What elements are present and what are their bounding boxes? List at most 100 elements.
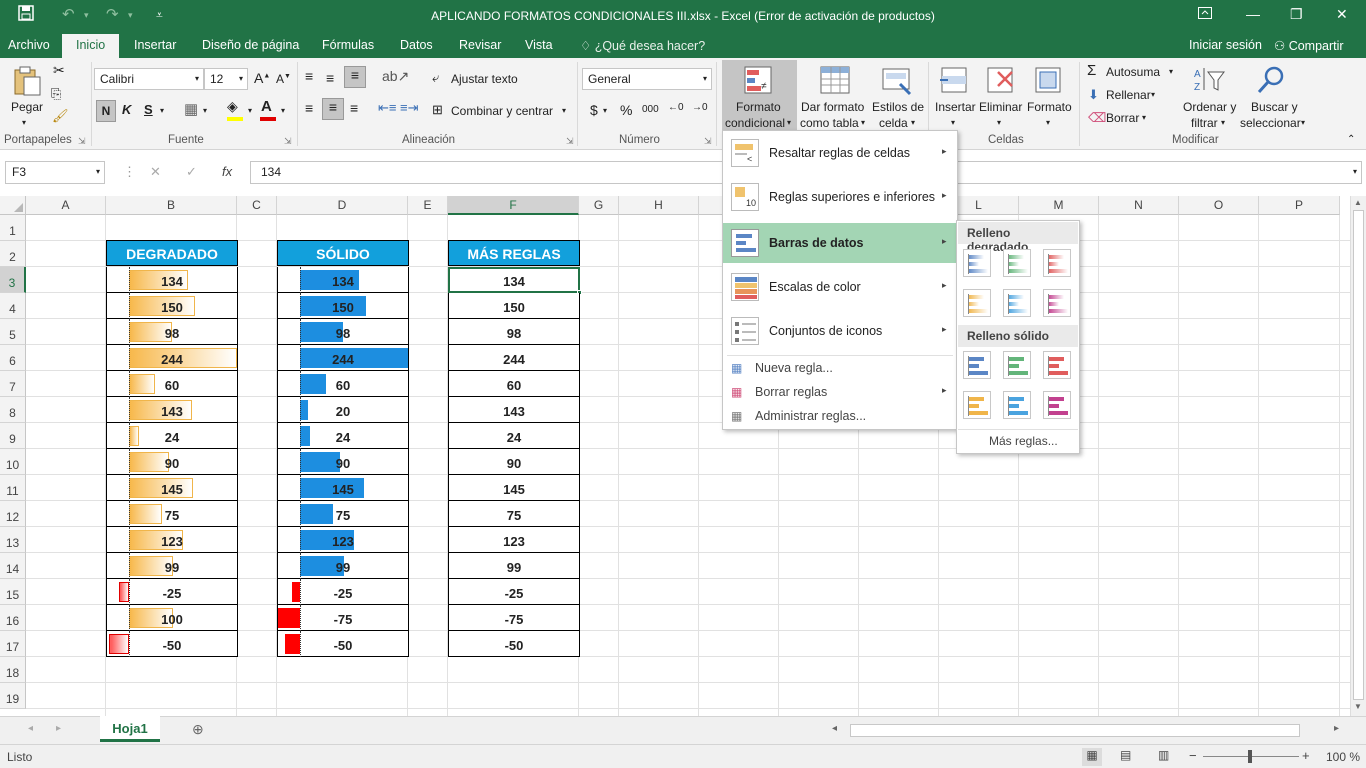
- row-header-8[interactable]: 8: [0, 397, 26, 423]
- tab-datos[interactable]: Datos: [400, 38, 433, 52]
- fill-button[interactable]: Rellenar: [1106, 88, 1151, 102]
- format-as-table-icon[interactable]: [818, 64, 852, 98]
- solido-cell[interactable]: 60: [277, 371, 409, 397]
- font-launcher-icon[interactable]: ⇲: [284, 136, 292, 147]
- underline-dropdown-icon[interactable]: ▾: [160, 106, 164, 115]
- row-header-12[interactable]: 12: [0, 501, 26, 527]
- name-box[interactable]: F3 ▾: [5, 161, 105, 184]
- degradado-cell[interactable]: 60: [106, 371, 238, 397]
- autosum-icon[interactable]: Σ: [1087, 62, 1096, 79]
- mas-reglas-cell[interactable]: 123: [448, 527, 580, 553]
- tell-me-box[interactable]: ♢ ¿Qué desea hacer?: [580, 38, 705, 53]
- row-header-18[interactable]: 18: [0, 657, 26, 683]
- format-as-table-label-1[interactable]: Dar formato: [801, 100, 864, 114]
- bold-button[interactable]: N: [96, 100, 116, 122]
- degradado-cell[interactable]: 244: [106, 345, 238, 371]
- column-header-g[interactable]: G: [579, 196, 619, 215]
- menu-icon-sets[interactable]: Conjuntos de iconos ▸: [723, 311, 957, 351]
- mas-reglas-cell[interactable]: 145: [448, 475, 580, 501]
- cut-icon[interactable]: ✂: [53, 62, 65, 79]
- menu-color-scales[interactable]: Escalas de color ▸: [723, 267, 957, 307]
- row-header-6[interactable]: 6: [0, 345, 26, 371]
- degradado-cell[interactable]: 134: [106, 267, 238, 293]
- close-icon[interactable]: ✕: [1336, 6, 1348, 23]
- increase-decimal-icon[interactable]: ←0: [668, 102, 684, 113]
- font-color-dropdown-icon[interactable]: ▾: [281, 106, 285, 115]
- gradient-orange-databar-button[interactable]: [963, 289, 991, 317]
- merge-center-icon[interactable]: ⊞: [432, 102, 443, 118]
- mas-reglas-cell[interactable]: 24: [448, 423, 580, 449]
- menu-highlight-rules[interactable]: < Resaltar reglas de celdas ▸: [723, 133, 957, 173]
- degradado-cell[interactable]: 145: [106, 475, 238, 501]
- copy-icon[interactable]: ⎘: [51, 86, 61, 102]
- solido-cell[interactable]: 150: [277, 293, 409, 319]
- paste-dropdown-icon[interactable]: ▾: [22, 118, 26, 127]
- row-header-17[interactable]: 17: [0, 631, 26, 657]
- solido-cell[interactable]: 244: [277, 345, 409, 371]
- column-header-m[interactable]: M: [1019, 196, 1099, 215]
- chevron-down-icon[interactable]: ▾: [911, 118, 915, 127]
- orientation-icon[interactable]: ab↗: [382, 68, 409, 85]
- solido-cell[interactable]: -50: [277, 631, 409, 657]
- solido-cell[interactable]: 20: [277, 397, 409, 423]
- chevron-down-icon[interactable]: ▾: [1046, 118, 1050, 127]
- mas-reglas-cell[interactable]: -25: [448, 579, 580, 605]
- solido-cell[interactable]: 90: [277, 449, 409, 475]
- solido-cell[interactable]: 134: [277, 267, 409, 293]
- font-size-select[interactable]: 12 ▾: [204, 68, 248, 90]
- degradado-cell[interactable]: -50: [106, 631, 238, 657]
- row-header-1[interactable]: 1: [0, 215, 26, 241]
- align-left-icon[interactable]: ≡: [305, 100, 313, 116]
- scroll-down-icon[interactable]: ▼: [1354, 702, 1362, 711]
- wrap-text-icon[interactable]: ⤶: [432, 70, 439, 86]
- mas-reglas-cell[interactable]: 60: [448, 371, 580, 397]
- mas-reglas-cell[interactable]: 143: [448, 397, 580, 423]
- decrease-decimal-icon[interactable]: →0: [692, 102, 708, 113]
- mas-reglas-cell[interactable]: 75: [448, 501, 580, 527]
- enter-icon[interactable]: ✓: [186, 164, 197, 180]
- row-header-10[interactable]: 10: [0, 449, 26, 475]
- alignment-launcher-icon[interactable]: ⇲: [566, 136, 574, 147]
- fill-dropdown-icon[interactable]: ▾: [248, 106, 252, 115]
- align-top-icon[interactable]: ≡: [305, 68, 313, 84]
- solido-cell[interactable]: 123: [277, 527, 409, 553]
- next-sheet-icon[interactable]: ▸: [56, 723, 61, 734]
- gradient-green-databar-button[interactable]: [1003, 249, 1031, 277]
- chevron-down-icon[interactable]: ▾: [997, 118, 1001, 127]
- prev-sheet-icon[interactable]: ◂: [28, 723, 33, 734]
- column-header-e[interactable]: E: [408, 196, 448, 215]
- degradado-cell[interactable]: 150: [106, 293, 238, 319]
- hscroll-right-icon[interactable]: ▸: [1334, 723, 1339, 734]
- more-rules-link[interactable]: Más reglas...: [989, 434, 1058, 448]
- gradient-blue-databar-button[interactable]: [963, 249, 991, 277]
- degradado-cell[interactable]: 100: [106, 605, 238, 631]
- column-header-n[interactable]: N: [1099, 196, 1179, 215]
- row-header-11[interactable]: 11: [0, 475, 26, 501]
- zoom-slider-thumb[interactable]: [1248, 750, 1252, 763]
- solido-cell[interactable]: -25: [277, 579, 409, 605]
- column-header-o[interactable]: O: [1179, 196, 1259, 215]
- find-select-label-2[interactable]: seleccionar: [1240, 116, 1301, 130]
- page-layout-icon[interactable]: ▤: [1120, 748, 1131, 762]
- degradado-cell[interactable]: 143: [106, 397, 238, 423]
- ribbon-display-icon[interactable]: [1198, 6, 1212, 22]
- solid-orange-databar-button[interactable]: [963, 391, 991, 419]
- grow-font-icon[interactable]: A▲: [254, 70, 270, 86]
- minimize-icon[interactable]: —: [1246, 6, 1260, 22]
- chevron-down-icon[interactable]: ▾: [951, 118, 955, 127]
- cell-styles-icon[interactable]: [880, 64, 914, 98]
- sort-filter-label-2[interactable]: filtrar: [1191, 116, 1218, 130]
- page-break-icon[interactable]: ▥: [1158, 748, 1169, 762]
- delete-cells-icon[interactable]: [984, 64, 1018, 98]
- borders-dropdown-icon[interactable]: ▾: [203, 106, 207, 115]
- cell-styles-label-2[interactable]: celda: [879, 116, 908, 130]
- sort-filter-label-1[interactable]: Ordenar y: [1183, 100, 1236, 114]
- insert-function-icon[interactable]: fx: [222, 164, 232, 179]
- mas-reglas-cell[interactable]: 244: [448, 345, 580, 371]
- row-header-2[interactable]: 2: [0, 241, 26, 267]
- solido-cell[interactable]: 24: [277, 423, 409, 449]
- column-header-d[interactable]: D: [277, 196, 408, 215]
- align-bottom-icon[interactable]: ≡: [344, 66, 366, 88]
- degradado-cell[interactable]: 24: [106, 423, 238, 449]
- align-center-icon[interactable]: ≡: [322, 98, 344, 120]
